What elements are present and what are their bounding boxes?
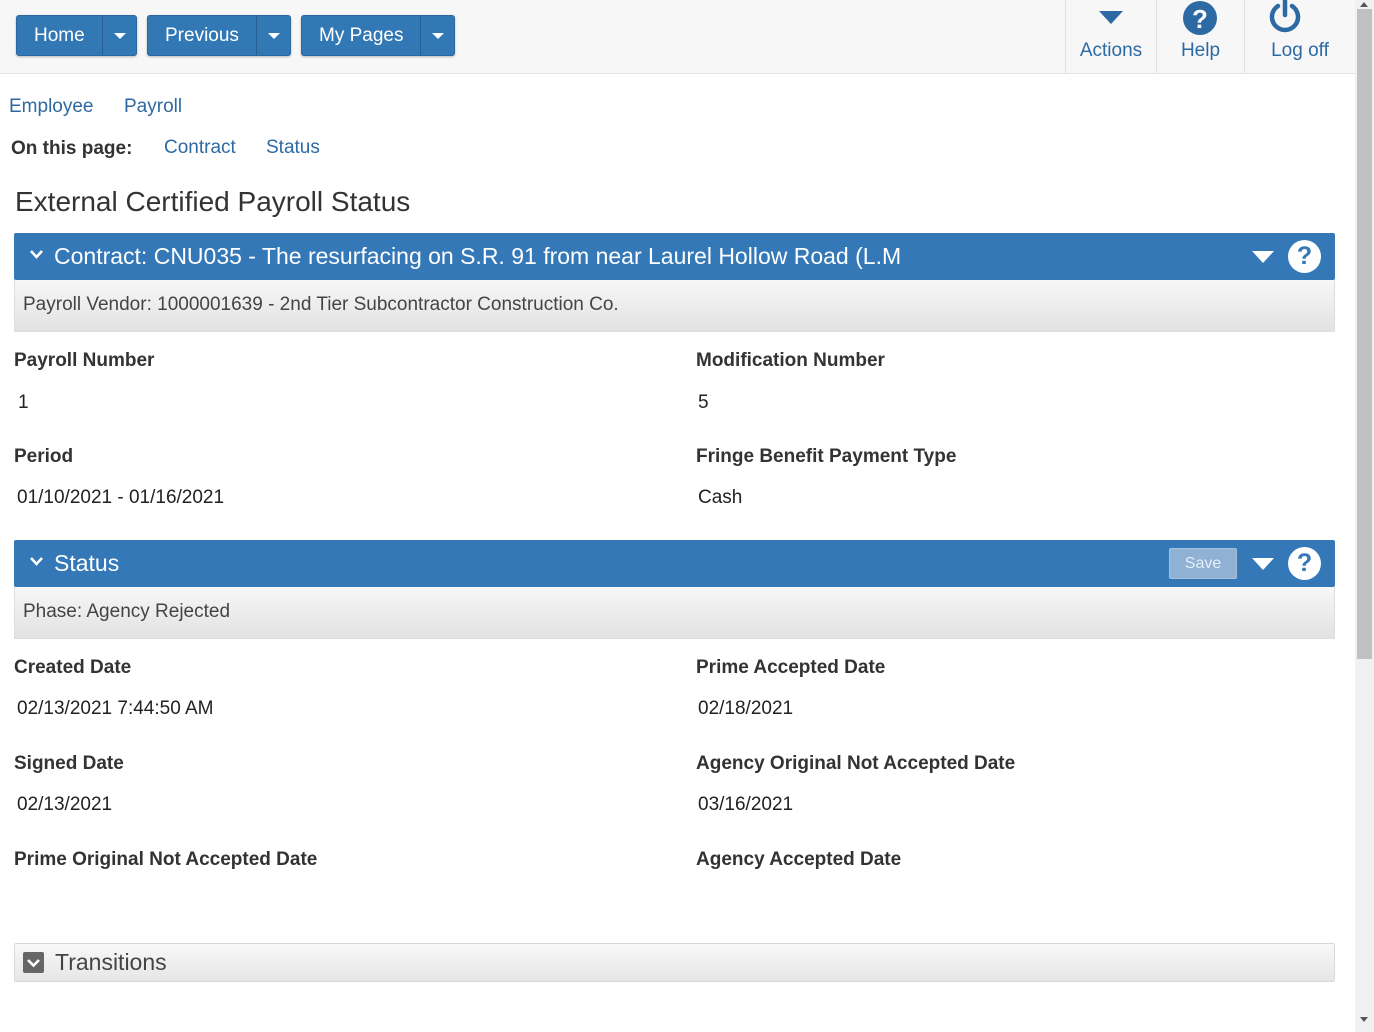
chevron-down-icon[interactable]: [30, 248, 43, 261]
contract-panel-header[interactable]: Contract: CNU035 - The resurfacing on S.…: [14, 233, 1335, 280]
home-split-button[interactable]: Home: [16, 15, 137, 56]
mypages-dropdown-caret-icon[interactable]: [420, 16, 454, 55]
top-toolbar: Home Previous My Pages Actions ? Help Lo…: [0, 0, 1355, 74]
mypages-button[interactable]: My Pages: [302, 16, 420, 55]
help-icon: ?: [1183, 1, 1217, 35]
status-panel-header[interactable]: Status Save ?: [14, 540, 1335, 587]
period-label: Period: [14, 446, 74, 467]
logoff-button[interactable]: Log off: [1244, 0, 1355, 73]
onpage-contract-link[interactable]: Contract: [164, 137, 236, 159]
agency-accepted-date-label: Agency Accepted Date: [696, 849, 902, 870]
caret-down-icon: [1099, 11, 1123, 24]
period-value: 01/10/2021 - 01/16/2021: [17, 487, 225, 508]
prime-original-not-accepted-label: Prime Original Not Accepted Date: [14, 849, 318, 870]
breadcrumb-employee[interactable]: Employee: [9, 96, 94, 118]
power-icon: [1269, 0, 1301, 33]
signed-date-value: 02/13/2021: [17, 794, 113, 815]
logoff-label: Log off: [1271, 40, 1329, 61]
svg-text:?: ?: [1192, 4, 1208, 34]
prime-accepted-date-value: 02/18/2021: [698, 698, 794, 719]
vertical-scrollbar[interactable]: [1355, 0, 1374, 1032]
save-button[interactable]: Save: [1169, 548, 1237, 579]
chevron-down-icon[interactable]: [30, 555, 43, 568]
previous-button[interactable]: Previous: [148, 16, 256, 55]
status-panel-menu-caret-icon[interactable]: [1252, 558, 1274, 570]
status-help-icon[interactable]: ?: [1288, 547, 1321, 580]
payroll-number-label: Payroll Number: [14, 350, 155, 371]
previous-split-button[interactable]: Previous: [147, 15, 291, 56]
contract-panel-menu-caret-icon[interactable]: [1252, 251, 1274, 263]
scroll-up-icon[interactable]: [1360, 2, 1368, 7]
collapse-box-icon[interactable]: [23, 952, 44, 973]
on-this-page-label: On this page:: [11, 138, 133, 159]
payroll-number-value: 1: [18, 392, 29, 413]
modification-number-value: 5: [698, 392, 709, 413]
created-date-label: Created Date: [14, 657, 132, 678]
home-dropdown-caret-icon[interactable]: [101, 16, 136, 55]
contract-panel-title: Contract: CNU035 - The resurfacing on S.…: [54, 243, 902, 269]
home-button[interactable]: Home: [17, 16, 102, 55]
prime-accepted-date-label: Prime Accepted Date: [696, 657, 886, 678]
transitions-title: Transitions: [55, 949, 167, 975]
signed-date-label: Signed Date: [14, 753, 124, 774]
payroll-vendor-bar: Payroll Vendor: 1000001639 - 2nd Tier Su…: [14, 280, 1335, 332]
transitions-panel-header[interactable]: Transitions: [14, 943, 1335, 982]
contract-help-icon[interactable]: ?: [1288, 240, 1321, 273]
actions-button[interactable]: Actions: [1065, 0, 1156, 73]
status-panel-title: Status: [54, 550, 120, 576]
scrollbar-thumb[interactable]: [1357, 9, 1372, 659]
fringe-benefit-value: Cash: [698, 487, 743, 508]
breadcrumb-payroll[interactable]: Payroll: [124, 96, 182, 118]
modification-number-label: Modification Number: [696, 350, 885, 371]
agency-original-not-accepted-value: 03/16/2021: [698, 794, 794, 815]
help-label: Help: [1180, 40, 1221, 61]
onpage-status-link[interactable]: Status: [266, 137, 320, 159]
created-date-value: 02/13/2021 7:44:50 AM: [17, 698, 214, 719]
actions-label: Actions: [1079, 40, 1143, 61]
scroll-down-icon[interactable]: [1360, 1017, 1368, 1022]
phase-bar: Phase: Agency Rejected: [14, 587, 1335, 639]
help-button[interactable]: ? Help: [1156, 0, 1244, 73]
page-title: External Certified Payroll Status: [15, 186, 411, 217]
previous-dropdown-caret-icon[interactable]: [255, 16, 290, 55]
mypages-split-button[interactable]: My Pages: [301, 15, 456, 56]
agency-original-not-accepted-label: Agency Original Not Accepted Date: [696, 753, 1016, 774]
fringe-benefit-label: Fringe Benefit Payment Type: [696, 446, 957, 467]
